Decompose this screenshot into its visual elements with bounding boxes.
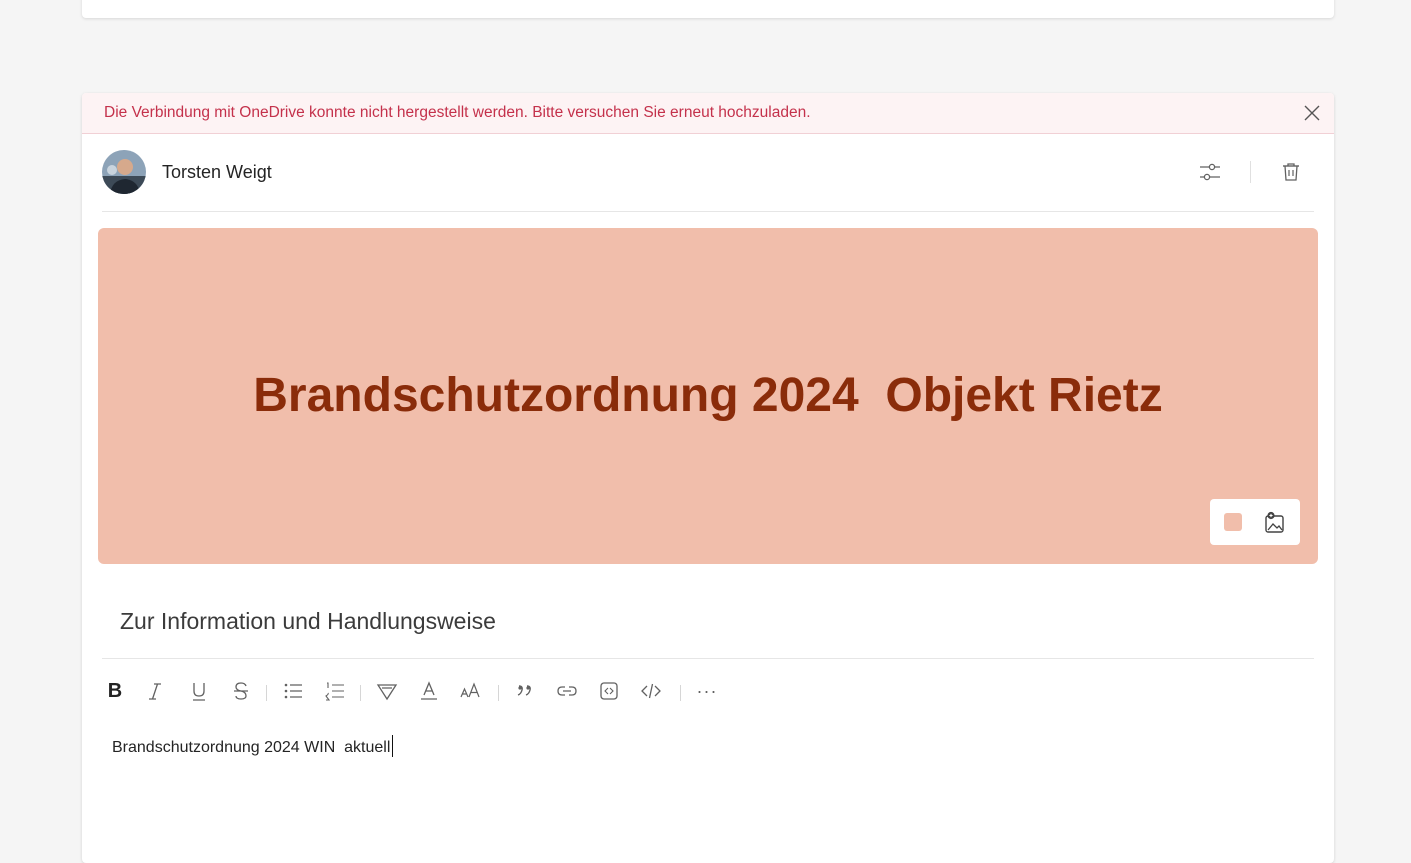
bullet-list-icon[interactable] (280, 677, 306, 705)
avatar (102, 150, 146, 194)
subject-text: Zur Information und Handlungsweise (120, 608, 496, 634)
strikethrough-icon[interactable] (228, 677, 254, 705)
message-body-text: Brandschutzordnung 2024 WIN aktuell (112, 739, 391, 756)
previous-card (82, 0, 1334, 18)
announcement-banner: Brandschutzordnung 2024 Objekt Rietz (98, 228, 1318, 564)
more-icon[interactable]: ··· (694, 677, 720, 705)
font-size-icon[interactable] (458, 677, 484, 705)
post-composer-card: Die Verbindung mit OneDrive konnte nicht… (82, 93, 1334, 863)
code-icon[interactable] (638, 677, 664, 705)
subject-field[interactable]: Zur Information und Handlungsweise (102, 584, 1314, 659)
settings-sliders-icon[interactable] (1197, 159, 1223, 185)
image-icon[interactable] (1262, 510, 1288, 536)
trash-icon[interactable] (1278, 159, 1304, 185)
highlight-icon[interactable] (374, 677, 400, 705)
link-icon[interactable] (554, 677, 580, 705)
embed-icon[interactable] (596, 677, 622, 705)
close-icon[interactable] (1302, 103, 1322, 123)
error-banner: Die Verbindung mit OneDrive konnte nicht… (82, 93, 1334, 134)
italic-icon[interactable] (142, 677, 168, 705)
color-swatch[interactable] (1224, 513, 1242, 531)
author-name: Torsten Weigt (162, 162, 272, 182)
bold-icon[interactable]: B (102, 677, 128, 705)
message-body[interactable]: Brandschutzordnung 2024 WIN aktuell (112, 735, 394, 757)
format-toolbar: B ··· (102, 677, 802, 707)
toolbar-separator (680, 685, 681, 701)
toolbar-separator (360, 685, 361, 701)
font-color-icon[interactable] (416, 677, 442, 705)
banner-tools (1210, 499, 1300, 545)
text-caret (392, 735, 394, 757)
toolbar-separator (498, 685, 499, 701)
toolbar-separator (266, 685, 267, 701)
quote-icon[interactable] (512, 677, 538, 705)
author-row: Torsten Weigt (102, 133, 1314, 212)
action-divider (1250, 161, 1251, 183)
error-message: Die Verbindung mit OneDrive konnte nicht… (104, 104, 811, 121)
numbered-list-icon[interactable] (322, 677, 348, 705)
underline-icon[interactable] (186, 677, 212, 705)
banner-title[interactable]: Brandschutzordnung 2024 Objekt Rietz (98, 368, 1318, 423)
